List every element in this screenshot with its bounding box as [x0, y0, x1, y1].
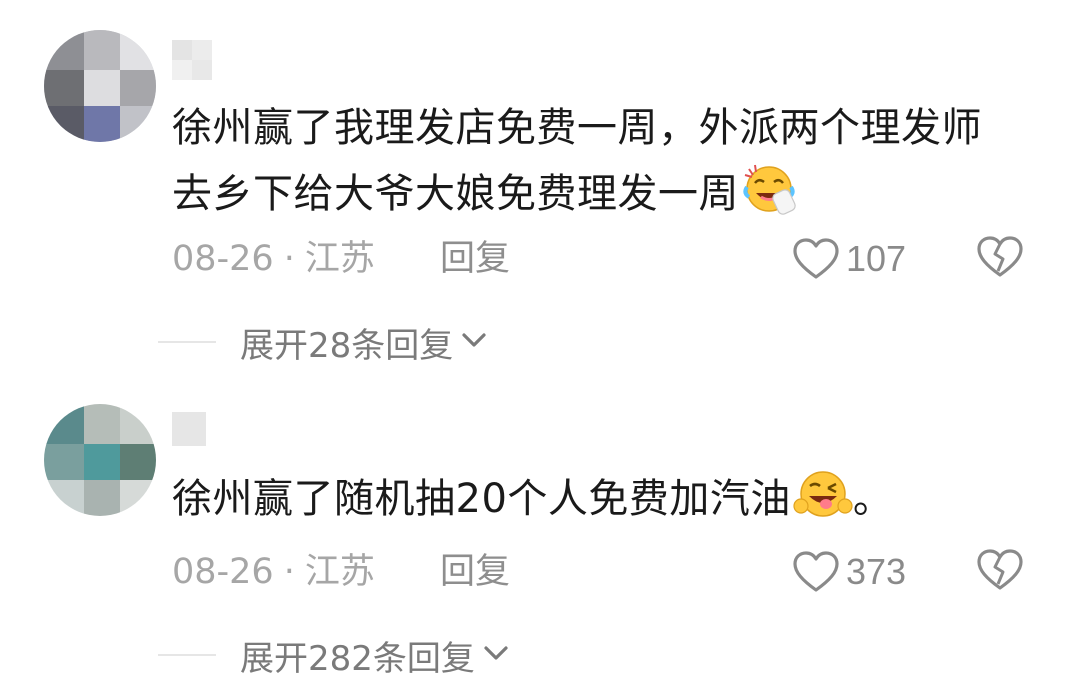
comment-location: 江苏	[304, 552, 375, 592]
like-button[interactable]: 373	[792, 547, 906, 597]
like-count: 373	[846, 551, 907, 592]
dislike-button[interactable]	[976, 547, 1024, 597]
winking-tongue-emoji-icon	[793, 466, 853, 542]
expand-divider	[158, 654, 216, 656]
broken-heart-icon	[976, 548, 1024, 596]
reply-button[interactable]: 回复	[440, 547, 510, 597]
comment-meta: 08-26 · 江苏	[172, 547, 375, 597]
chevron-down-icon	[481, 643, 511, 667]
meta-separator: ·	[283, 552, 295, 592]
comment-date: 08-26	[172, 552, 274, 592]
comment-text-line: 徐州赢了随机抽20个人免费加汽油。	[172, 466, 1052, 542]
expand-replies-button[interactable]: 展开282条回复	[158, 630, 511, 680]
comment-item: 徐州赢了随机抽20个人免费加汽油。 08-26 · 江苏 回复 373 展开282条…	[0, 0, 1080, 686]
comment-section: 徐州赢了我理发店免费一周，外派两个理发师 去乡下给大爷大娘免费理发一周 08-2…	[0, 0, 1080, 686]
avatar[interactable]	[44, 404, 156, 516]
comment-text: 徐州赢了随机抽20个人免费加汽油。	[172, 466, 1052, 542]
expand-replies-label: 展开282条回复	[240, 638, 475, 679]
username-blurred[interactable]	[172, 412, 206, 452]
heart-outline-icon	[792, 550, 840, 594]
